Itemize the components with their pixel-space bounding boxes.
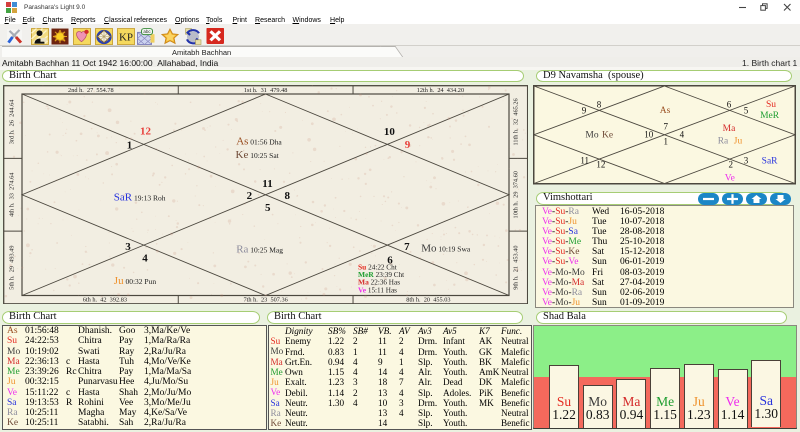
svg-text:5: 5 bbox=[265, 202, 271, 214]
svg-text:2nd h. 27 554.78: 2nd h. 27 554.78 bbox=[68, 87, 114, 94]
svg-text:SaR 19:13 Roh: SaR 19:13 Roh bbox=[114, 192, 166, 204]
svg-text:9: 9 bbox=[405, 139, 411, 151]
svg-text:1: 1 bbox=[127, 140, 133, 152]
svg-text:4th h. 33 274.64: 4th h. 33 274.64 bbox=[9, 172, 16, 217]
svg-text:3: 3 bbox=[744, 155, 749, 165]
svg-text:10th h. 29 374.60: 10th h. 29 374.60 bbox=[513, 171, 520, 218]
svg-text:10: 10 bbox=[384, 126, 396, 138]
svg-text:10: 10 bbox=[644, 130, 654, 140]
svg-text:8: 8 bbox=[284, 190, 290, 202]
svg-text:11: 11 bbox=[580, 155, 589, 165]
svg-text:Mo 10:19 Swa: Mo 10:19 Swa bbox=[421, 242, 471, 254]
svg-text:5: 5 bbox=[744, 106, 749, 116]
svg-text:Ve 15:11 Has: Ve 15:11 Has bbox=[358, 285, 397, 294]
svg-text:3: 3 bbox=[125, 241, 131, 253]
svg-text:12: 12 bbox=[596, 160, 605, 170]
svg-text:Ju: Ju bbox=[734, 137, 743, 147]
svg-text:3rd h. 26 244.64: 3rd h. 26 244.64 bbox=[9, 99, 16, 144]
svg-text:abc: abc bbox=[143, 29, 151, 34]
svg-text:7th h. 23 507.36: 7th h. 23 507.36 bbox=[244, 297, 288, 304]
svg-text:Ve: Ve bbox=[725, 174, 735, 184]
svg-text:8: 8 bbox=[597, 100, 602, 110]
svg-text:2: 2 bbox=[729, 160, 734, 170]
svg-text:2: 2 bbox=[247, 190, 253, 202]
svg-text:1: 1 bbox=[663, 136, 668, 146]
svg-text:4: 4 bbox=[142, 253, 148, 265]
svg-text:6: 6 bbox=[727, 100, 732, 110]
svg-text:7: 7 bbox=[663, 122, 668, 132]
svg-text:1st h. 31 479.48: 1st h. 31 479.48 bbox=[244, 87, 288, 94]
svg-text:Ma: Ma bbox=[723, 124, 736, 134]
svg-text:Mo: Mo bbox=[585, 130, 598, 140]
svg-text:Ju 00:32 Pun: Ju 00:32 Pun bbox=[114, 275, 157, 287]
svg-text:5th h. 29 493.49: 5th h. 29 493.49 bbox=[9, 245, 16, 289]
svg-text:9th h. 21 453.40: 9th h. 21 453.40 bbox=[513, 245, 520, 289]
svg-text:6th h. 42 392.83: 6th h. 42 392.83 bbox=[83, 297, 127, 304]
svg-text:As: As bbox=[660, 106, 671, 116]
svg-text:KP: KP bbox=[119, 32, 133, 44]
svg-text:12th h. 24 434.20: 12th h. 24 434.20 bbox=[417, 87, 464, 94]
svg-text:9: 9 bbox=[582, 106, 587, 116]
svg-text:As 01:56 Dha: As 01:56 Dha bbox=[236, 136, 282, 148]
svg-text:7: 7 bbox=[404, 241, 410, 253]
svg-text:Ra: Ra bbox=[718, 137, 729, 147]
svg-text:Ra 10:25 Mag: Ra 10:25 Mag bbox=[236, 244, 283, 256]
svg-text:Su: Su bbox=[766, 100, 776, 110]
svg-text:4: 4 bbox=[680, 130, 685, 140]
svg-text:MeR: MeR bbox=[760, 111, 780, 121]
svg-text:SaR: SaR bbox=[762, 156, 779, 166]
svg-text:12: 12 bbox=[140, 126, 152, 138]
svg-text:11: 11 bbox=[262, 178, 272, 190]
svg-text:Ke 10:25 Sat: Ke 10:25 Sat bbox=[236, 149, 280, 161]
svg-text:11th h. 32 465.26: 11th h. 32 465.26 bbox=[513, 98, 520, 145]
svg-text:8th h. 20 455.03: 8th h. 20 455.03 bbox=[406, 297, 450, 304]
svg-text:Ke: Ke bbox=[602, 130, 613, 140]
